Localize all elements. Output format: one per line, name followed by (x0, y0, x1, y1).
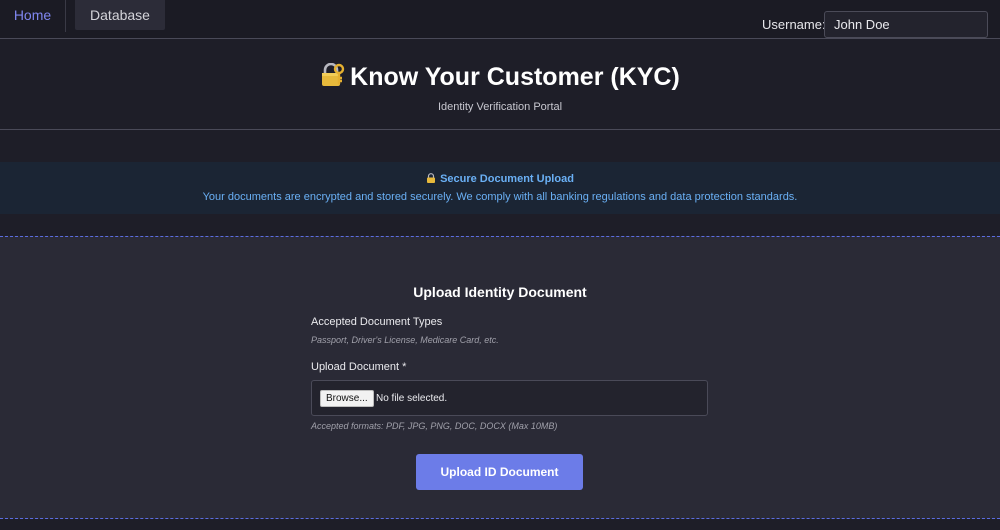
username-label: Username: (762, 17, 826, 32)
file-input[interactable]: Browse... No file selected. (311, 380, 708, 416)
file-status-text: No file selected. (376, 393, 448, 404)
upload-section-title: Upload Identity Document (413, 284, 587, 300)
secure-upload-banner: Secure Document Upload Your documents ar… (0, 162, 1000, 214)
document-types-hint: Passport, Driver's License, Medicare Car… (311, 335, 499, 345)
browse-button[interactable]: Browse... (320, 390, 374, 407)
page-footer-strip (0, 519, 1000, 530)
upload-section: Upload Identity Document Accepted Docume… (0, 236, 1000, 519)
nav-tab-database[interactable]: Database (75, 0, 165, 30)
banner-title-text: Secure Document Upload (440, 173, 574, 185)
page-title: Know Your Customer (KYC) (0, 62, 1000, 92)
page-title-text: Know Your Customer (KYC) (350, 63, 680, 91)
accepted-formats-hint: Accepted formats: PDF, JPG, PNG, DOC, DO… (311, 421, 558, 431)
username-input[interactable] (824, 11, 988, 38)
upload-document-label: Upload Document * (311, 361, 407, 373)
document-types-label: Accepted Document Types (311, 316, 443, 328)
lock-with-key-icon (320, 62, 346, 87)
banner-text: Your documents are encrypted and stored … (202, 191, 798, 203)
lock-icon (426, 173, 436, 183)
banner-title: Secure Document Upload (0, 173, 1000, 185)
page-subtitle: Identity Verification Portal (437, 101, 563, 113)
top-nav-bar: Home Database Username: (0, 0, 1000, 39)
page-header: Know Your Customer (KYC) Identity Verifi… (0, 39, 1000, 130)
nav-tab-home[interactable]: Home (0, 0, 66, 32)
upload-id-document-button[interactable]: Upload ID Document (416, 454, 583, 490)
